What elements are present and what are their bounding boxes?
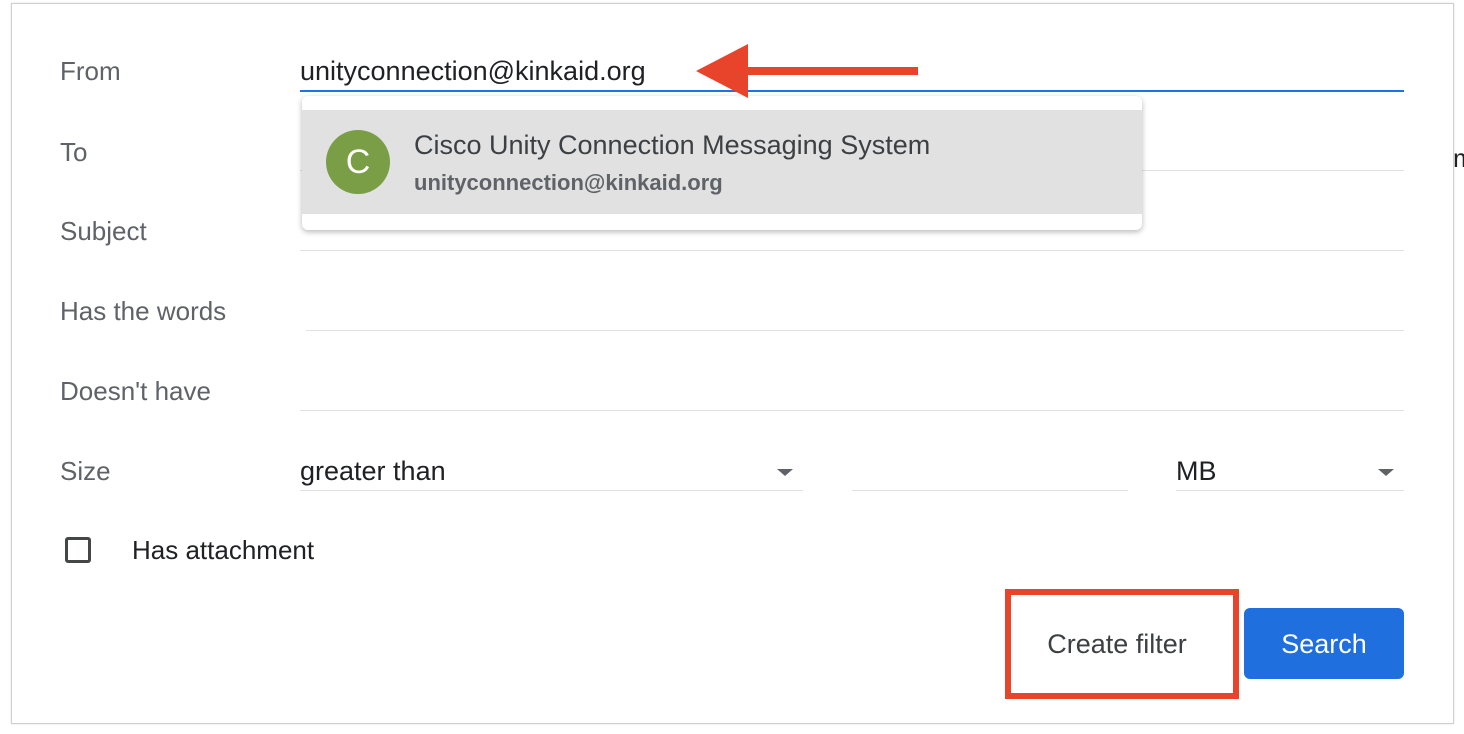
suggestion-email: unityconnection@kinkaid.org: [414, 170, 723, 195]
size-label: Size: [60, 456, 111, 486]
has-words-label: Has the words: [60, 296, 227, 326]
to-clipped-text: m: [1453, 143, 1464, 173]
avatar: C: [326, 130, 390, 194]
has-words-field[interactable]: [306, 290, 1404, 331]
has-attachment-checkbox[interactable]: [65, 537, 91, 563]
doesnt-have-label: Doesn't have: [60, 376, 211, 406]
size-unit-select[interactable]: MB: [1176, 450, 1404, 491]
search-button[interactable]: Search: [1244, 608, 1404, 679]
autocomplete-dropdown: C Cisco Unity Connection Messaging Syste…: [302, 96, 1142, 230]
size-unit-value: MB: [1176, 456, 1217, 486]
chevron-down-icon: [777, 469, 793, 476]
suggestion-item[interactable]: C Cisco Unity Connection Messaging Syste…: [302, 110, 1142, 214]
from-field[interactable]: unityconnection@kinkaid.org: [300, 50, 1404, 92]
size-operator-select[interactable]: greater than: [300, 450, 803, 491]
has-attachment-label: Has attachment: [132, 535, 315, 565]
suggestion-name: Cisco Unity Connection Messaging System: [414, 130, 931, 160]
size-amount-field[interactable]: [852, 450, 1128, 491]
create-filter-button[interactable]: Create filter: [1020, 610, 1214, 676]
doesnt-have-field[interactable]: [300, 370, 1404, 411]
chevron-down-icon: [1378, 469, 1394, 476]
from-value: unityconnection@kinkaid.org: [300, 56, 646, 86]
from-label: From: [60, 56, 121, 86]
subject-label: Subject: [60, 216, 147, 246]
to-label: To: [60, 137, 88, 167]
size-operator-value: greater than: [300, 456, 446, 486]
